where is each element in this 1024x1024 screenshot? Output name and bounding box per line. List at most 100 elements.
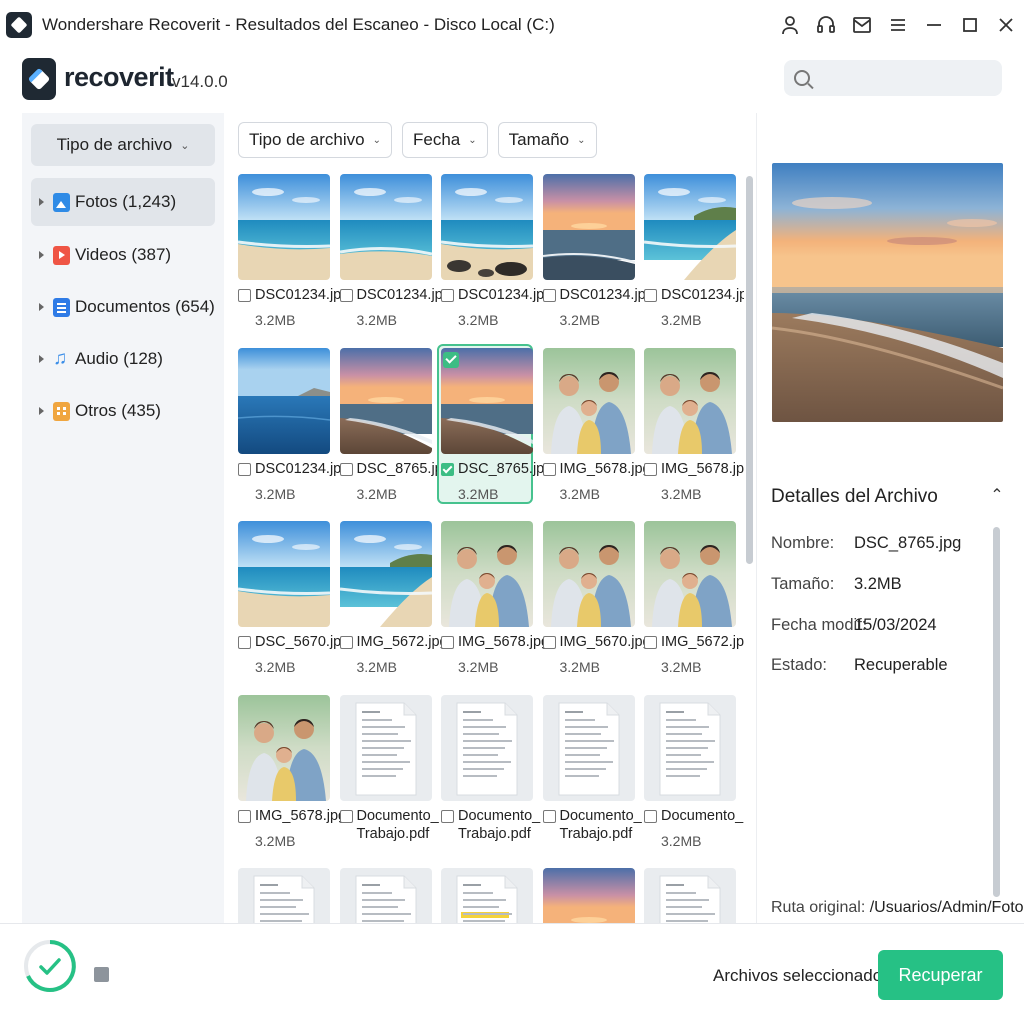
details-scrollbar[interactable] [993,527,1000,897]
file-thumbnail[interactable] [644,521,736,627]
expand-arrow-icon[interactable] [39,355,44,363]
search-input[interactable] [820,70,990,86]
file-checkbox[interactable] [339,809,353,823]
file-checkbox[interactable] [238,289,251,302]
file-checkbox[interactable] [441,462,454,476]
file-thumbnail[interactable] [542,347,635,454]
file-checkbox[interactable] [644,636,657,649]
maximize-icon[interactable] [952,7,988,43]
filter-size[interactable]: Tamaño ⌄ [497,122,597,158]
file-card[interactable]: DSC01234.jpg 3.2MB [234,344,349,504]
sidebar-item-documents[interactable]: Documentos (654) [31,283,215,331]
file-thumbnail[interactable] [644,347,736,454]
sidebar-item-videos[interactable]: Videos (387) [31,231,215,279]
file-checkbox[interactable] [441,636,454,649]
file-card[interactable] [234,864,330,923]
file-thumbnail[interactable] [339,174,432,280]
file-checkbox[interactable] [238,636,251,649]
expand-arrow-icon[interactable] [39,303,44,311]
file-thumbnail[interactable] [339,347,432,454]
user-icon[interactable] [772,7,808,43]
file-thumbnail[interactable] [238,347,330,454]
file-checkbox[interactable] [644,462,657,476]
file-thumbnail[interactable] [339,694,432,801]
expand-arrow-icon[interactable] [39,407,44,415]
mail-icon[interactable] [844,7,880,43]
file-checkbox[interactable] [339,289,353,302]
recover-button[interactable]: Recuperar [878,950,1003,1000]
file-checkbox[interactable] [238,809,251,823]
file-card[interactable]: IMG_5678.jpg 3.2MB [437,517,549,677]
file-card[interactable]: DSC01234.jpg 3.2MB [336,170,451,330]
file-thumbnail[interactable] [441,868,533,923]
file-card[interactable]: DSC01234.jpg 3.2MB [437,170,552,330]
file-card[interactable]: DSC01234.jpg 3.2MB [539,170,654,330]
category-sidebar: Tipo de archivo ⌄ Fotos (1,243) Videos (… [22,113,224,923]
expand-arrow-icon[interactable] [39,198,44,206]
file-checkbox[interactable] [542,289,556,302]
file-thumbnail[interactable] [644,694,736,801]
file-card[interactable] [336,864,432,923]
expand-arrow-icon[interactable] [39,251,44,259]
file-checkbox[interactable] [339,636,353,649]
file-thumbnail[interactable] [339,521,432,627]
file-card[interactable]: Documento_ 3.2MB [640,691,743,851]
stop-icon[interactable] [94,967,109,982]
file-card[interactable]: DSC_8765.jpg 3.2MB [437,343,552,504]
file-card[interactable]: IMG_5670.jpg 3.2MB [539,517,651,677]
file-card[interactable]: Documento_ Trabajo.pdf [437,691,540,851]
file-checkbox[interactable] [441,809,454,823]
file-checkbox[interactable] [238,462,251,476]
file-card[interactable]: IMG_5672.jpg 3.2MB [640,517,744,677]
file-checkbox[interactable] [542,462,556,476]
file-card[interactable]: Documento_ Trabajo.pdf [336,691,439,851]
file-card[interactable]: IMG_5678.jpg 3.2MB [234,691,346,851]
file-thumbnail[interactable] [441,694,533,801]
headset-icon[interactable] [808,7,844,43]
file-thumbnail[interactable] [441,174,533,280]
chevron-up-icon[interactable]: ⌃ [987,485,1007,505]
grid-scrollbar[interactable] [746,176,753,564]
file-card[interactable] [640,864,736,923]
file-checkbox[interactable] [644,289,657,302]
filter-file-type[interactable]: Tipo de archivo ⌄ [238,122,392,158]
file-thumbnail[interactable] [238,174,330,280]
close-icon[interactable] [988,7,1024,43]
file-card[interactable]: IMG_5672.jpg 3.2MB [336,517,448,677]
sidebar-item-audio[interactable]: Audio (128) [31,335,215,383]
file-thumbnail[interactable] [238,868,330,923]
file-card[interactable]: IMG_5678.jpg 3.2MB [640,344,744,504]
file-thumbnail[interactable] [238,694,330,801]
file-checkbox[interactable] [542,636,556,649]
file-checkbox[interactable] [441,289,454,302]
file-card[interactable]: DSC01234.jpg 3.2MB [234,170,349,330]
file-checkbox[interactable] [339,462,353,476]
file-card[interactable] [437,864,533,923]
sidebar-item-others[interactable]: Otros (435) [31,387,215,435]
file-card[interactable]: DSC_8765.jpg 3.2MB [336,344,451,504]
file-type-dropdown[interactable]: Tipo de archivo ⌄ [31,124,215,166]
minimize-icon[interactable] [916,7,952,43]
file-thumbnail[interactable] [542,174,635,280]
file-card[interactable]: IMG_5678.jpg 3.2MB [539,344,651,504]
file-thumbnail[interactable] [238,521,330,627]
file-thumbnail[interactable] [644,868,736,923]
sidebar-item-photos[interactable]: Fotos (1,243) [31,178,215,226]
file-checkbox[interactable] [644,809,657,823]
file-thumbnail[interactable] [441,521,533,627]
file-thumbnail[interactable] [644,174,736,280]
menu-icon[interactable] [880,7,916,43]
file-card[interactable]: DSC_5670.jpg 3.2MB [234,517,349,677]
window-title: Wondershare Recoverit - Resultados del E… [42,15,555,34]
file-card[interactable]: DSC01234.jpg 3.2MB [640,170,744,330]
file-thumbnail[interactable] [542,694,635,801]
file-thumbnail[interactable] [339,868,432,923]
file-card[interactable]: Documento_ Trabajo.pdf [539,691,642,851]
filter-date[interactable]: Fecha ⌄ [402,122,488,158]
file-thumbnail[interactable] [542,521,635,627]
file-checkbox[interactable] [542,809,556,823]
search-box[interactable] [784,60,1002,96]
sidebar-item-label: Documentos (654) [75,297,215,316]
file-card[interactable] [539,864,635,923]
file-thumbnail[interactable] [542,868,635,923]
